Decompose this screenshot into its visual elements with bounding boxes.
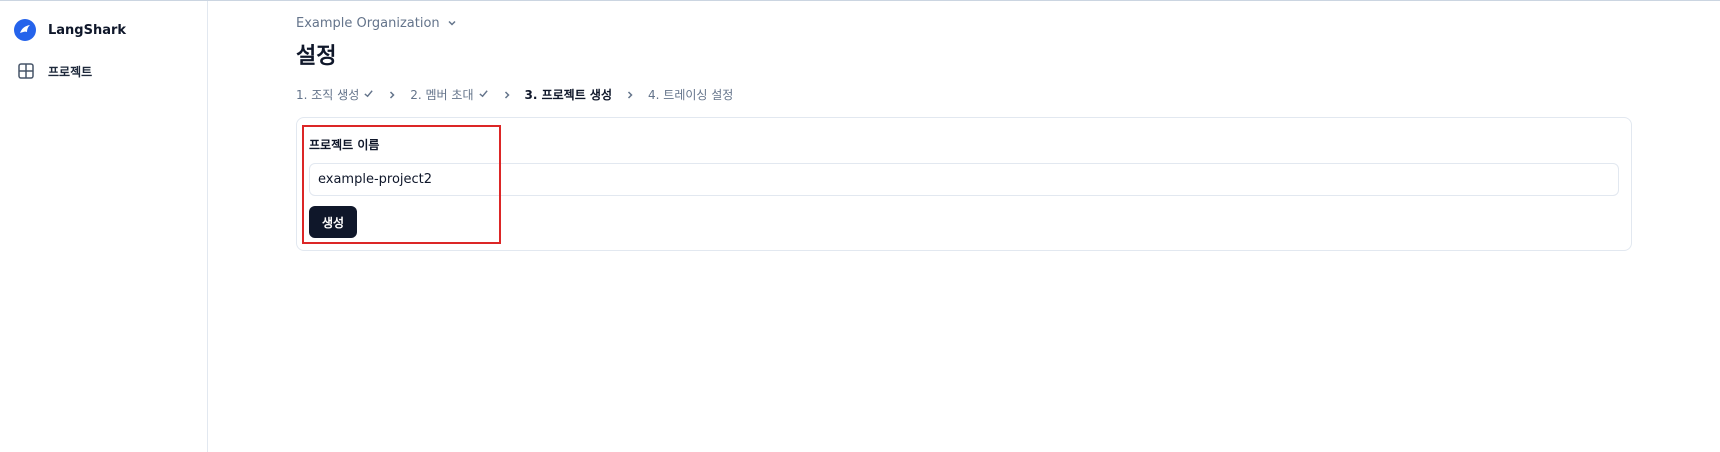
create-button[interactable]: 생성	[309, 206, 357, 238]
step-tracing-setup[interactable]: 4. 트레이싱 설정	[648, 86, 733, 103]
chevron-down-icon	[446, 14, 458, 33]
create-project-card: 프로젝트 이름 생성	[296, 117, 1632, 251]
main-content: Example Organization 설정 1. 조직 생성 2. 멤버 초…	[296, 0, 1632, 452]
page-title: 설정	[296, 44, 337, 69]
chevron-right-icon	[501, 89, 513, 101]
step-label: 4. 트레이싱 설정	[648, 88, 734, 102]
step-create-project[interactable]: 3. 프로젝트 생성	[525, 86, 613, 103]
project-name-label: 프로젝트 이름	[309, 138, 380, 152]
organization-name: Example Organization	[296, 16, 440, 31]
project-name-input[interactable]	[309, 163, 1619, 196]
chevron-right-icon	[624, 89, 636, 101]
chevron-right-icon	[386, 89, 398, 101]
step-invite-members[interactable]: 2. 멤버 초대	[410, 86, 488, 103]
step-label: 3. 프로젝트 생성	[524, 88, 613, 102]
check-icon	[363, 88, 374, 102]
sidebar: LangShark 프로젝트	[0, 1, 208, 452]
step-create-organization[interactable]: 1. 조직 생성	[296, 86, 374, 103]
brand-name: LangShark	[48, 22, 127, 38]
brand-link[interactable]: LangShark	[14, 19, 126, 41]
sidebar-item-projects[interactable]: 프로젝트	[16, 61, 92, 81]
step-label: 2. 멤버 초대	[410, 88, 474, 102]
grid-icon	[16, 61, 36, 81]
sidebar-item-label: 프로젝트	[48, 64, 93, 79]
check-icon	[478, 88, 489, 102]
setup-steps: 1. 조직 생성 2. 멤버 초대 3. 프로젝트 생성 4. 트레이싱 설정	[296, 86, 733, 103]
shark-logo-icon	[14, 19, 36, 41]
organization-switcher[interactable]: Example Organization	[296, 14, 458, 33]
step-label: 1. 조직 생성	[296, 88, 360, 102]
